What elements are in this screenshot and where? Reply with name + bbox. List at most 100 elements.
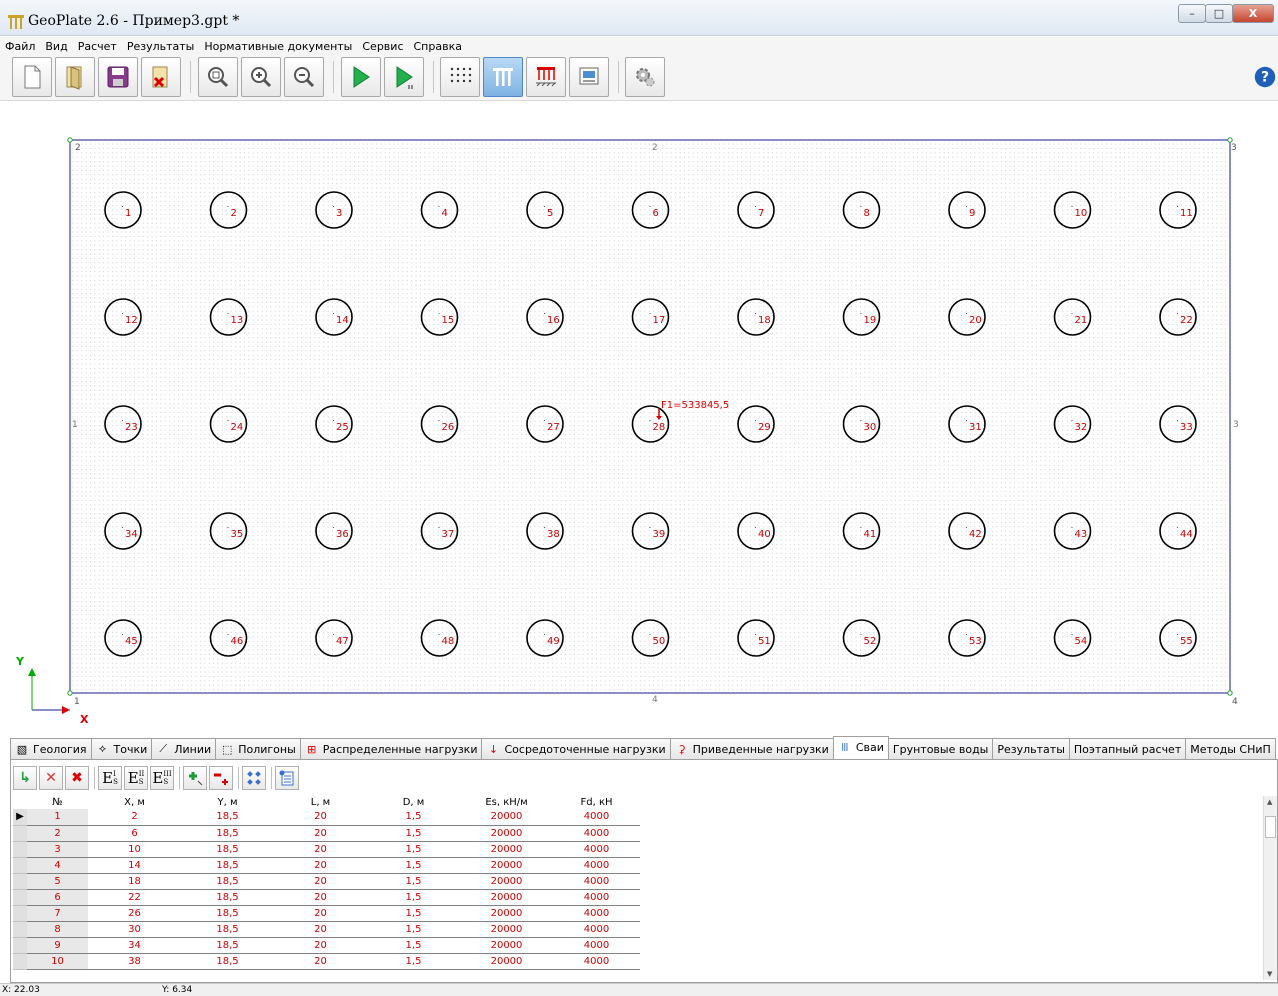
- table-cell[interactable]: 3: [27, 841, 88, 858]
- table-cell[interactable]: 1,5: [367, 905, 460, 922]
- table-cell[interactable]: 20: [274, 921, 367, 938]
- table-cell[interactable]: 20000: [460, 809, 553, 826]
- table-cell[interactable]: 20: [274, 873, 367, 890]
- table-cell[interactable]: 20000: [460, 825, 553, 842]
- table-cell[interactable]: 1,5: [367, 937, 460, 954]
- accept-button[interactable]: ↳: [13, 766, 37, 790]
- settings-button[interactable]: [625, 57, 665, 97]
- table-cell[interactable]: 1: [27, 809, 88, 826]
- row-selector[interactable]: [13, 873, 27, 890]
- table-cell[interactable]: 4000: [553, 953, 640, 970]
- tab-snip-methods[interactable]: Методы СНиП: [1185, 738, 1276, 759]
- table-cell[interactable]: 1,5: [367, 825, 460, 842]
- table-cell[interactable]: 5: [27, 873, 88, 890]
- table-cell[interactable]: 4000: [553, 841, 640, 858]
- close-file-button[interactable]: [141, 57, 181, 97]
- save-button[interactable]: [98, 57, 138, 97]
- col-header[interactable]: Es, кН/м: [460, 796, 553, 809]
- close-button[interactable]: X: [1232, 4, 1274, 23]
- menu-norms[interactable]: Нормативные документы: [199, 40, 357, 53]
- plate-drawing[interactable]: 1 2 3 4 5 6 7 8 9 10 1112 13 14 15 16 17 18 19 20 21 2223 24 2…: [0, 102, 1278, 736]
- run-stage-2-button[interactable]: [384, 57, 424, 97]
- pile-properties-button[interactable]: [275, 766, 299, 790]
- table-cell[interactable]: 20000: [460, 841, 553, 858]
- tab-points[interactable]: ⟡ Точки: [90, 738, 153, 759]
- tab-polygons[interactable]: ⬚ Полигоны: [215, 738, 301, 759]
- table-cell[interactable]: 20: [274, 809, 367, 826]
- table-cell[interactable]: 2: [27, 825, 88, 842]
- table-cell[interactable]: 4000: [553, 825, 640, 842]
- col-header[interactable]: Fd, кН: [553, 796, 640, 809]
- row-selector[interactable]: [13, 889, 27, 906]
- col-header[interactable]: X, м: [88, 796, 181, 809]
- menu-file[interactable]: Файл: [0, 40, 40, 53]
- table-cell[interactable]: 6: [27, 889, 88, 906]
- col-header[interactable]: L, м: [274, 796, 367, 809]
- piles-button[interactable]: [483, 57, 523, 97]
- es2-button[interactable]: E II S: [124, 766, 148, 790]
- table-cell[interactable]: 7: [27, 905, 88, 922]
- menu-help[interactable]: Справка: [409, 40, 467, 53]
- table-cell[interactable]: 4000: [553, 873, 640, 890]
- tab-distributed-loads[interactable]: ⊞ Распределенные нагрузки: [299, 738, 483, 759]
- table-row[interactable]: 7 26 18,5 20 1,5 20000 4000: [13, 905, 640, 922]
- grid-points-button[interactable]: [440, 57, 480, 97]
- table-cell[interactable]: 20: [274, 825, 367, 842]
- table-cell[interactable]: 30: [88, 921, 181, 938]
- cancel-button[interactable]: ✕: [39, 766, 63, 790]
- tab-lines[interactable]: ⟋ Линии: [151, 738, 217, 759]
- row-selector[interactable]: [13, 953, 27, 970]
- table-cell[interactable]: 18,5: [181, 857, 274, 874]
- row-selector[interactable]: [13, 905, 27, 922]
- tab-staged-calc[interactable]: Поэтапный расчет: [1068, 738, 1187, 759]
- table-cell[interactable]: 18,5: [181, 953, 274, 970]
- pile-grid-button[interactable]: [242, 766, 266, 790]
- tab-geology[interactable]: ▧ Геология: [10, 738, 92, 759]
- table-cell[interactable]: 20000: [460, 857, 553, 874]
- table-cell[interactable]: 8: [27, 921, 88, 938]
- table-cell[interactable]: 10: [27, 953, 88, 970]
- table-row[interactable]: 8 30 18,5 20 1,5 20000 4000: [13, 921, 640, 938]
- table-cell[interactable]: 18,5: [181, 921, 274, 938]
- table-cell[interactable]: 20000: [460, 937, 553, 954]
- menu-calc[interactable]: Расчет: [73, 40, 122, 53]
- tab-piles[interactable]: Ⅲ Сваи: [832, 736, 889, 758]
- table-cell[interactable]: 10: [88, 841, 181, 858]
- row-selector[interactable]: [13, 841, 27, 858]
- table-cell[interactable]: 22: [88, 889, 181, 906]
- table-cell[interactable]: 20: [274, 953, 367, 970]
- table-cell[interactable]: 4000: [553, 857, 640, 874]
- table-cell[interactable]: 20000: [460, 953, 553, 970]
- table-row[interactable]: ▶ 1 2 18,5 20 1,5 20000 4000: [13, 809, 640, 826]
- col-header[interactable]: D, м: [367, 796, 460, 809]
- open-file-button[interactable]: [55, 57, 95, 97]
- current-row-indicator[interactable]: ▶: [13, 809, 27, 826]
- force-label[interactable]: F1=533845,5: [661, 400, 729, 411]
- table-cell[interactable]: 18,5: [181, 873, 274, 890]
- table-cell[interactable]: 1,5: [367, 809, 460, 826]
- node-marker[interactable]: [67, 690, 73, 696]
- table-cell[interactable]: 20: [274, 857, 367, 874]
- table-cell[interactable]: 18,5: [181, 809, 274, 826]
- table-cell[interactable]: 20: [274, 905, 367, 922]
- node-marker[interactable]: [67, 137, 73, 143]
- table-cell[interactable]: 4000: [553, 809, 640, 826]
- table-row[interactable]: 2 6 18,5 20 1,5 20000 4000: [13, 825, 640, 842]
- table-cell[interactable]: 20: [274, 889, 367, 906]
- table-cell[interactable]: 38: [88, 953, 181, 970]
- col-header[interactable]: №: [27, 796, 88, 809]
- node-marker[interactable]: [1227, 690, 1233, 696]
- table-cell[interactable]: 4000: [553, 889, 640, 906]
- zoom-out-button[interactable]: [284, 57, 324, 97]
- help-button[interactable]: ?: [1252, 57, 1278, 97]
- drawing-canvas[interactable]: 1 2 3 4 5 6 7 8 9 10 11 12 13 14 15 16 17 18 19 20 21 22 23 24 2…: [0, 102, 1278, 736]
- table-cell[interactable]: 20: [274, 937, 367, 954]
- menu-view[interactable]: Вид: [40, 40, 72, 53]
- table-row[interactable]: 5 18 18,5 20 1,5 20000 4000: [13, 873, 640, 890]
- table-scrollbar[interactable]: ▲ ▼: [1263, 796, 1277, 980]
- table-cell[interactable]: 1,5: [367, 889, 460, 906]
- scroll-up-icon[interactable]: ▲: [1267, 798, 1272, 806]
- delete-button[interactable]: ✖: [65, 766, 89, 790]
- menu-results[interactable]: Результаты: [122, 40, 200, 53]
- add-pile-button[interactable]: [183, 766, 207, 790]
